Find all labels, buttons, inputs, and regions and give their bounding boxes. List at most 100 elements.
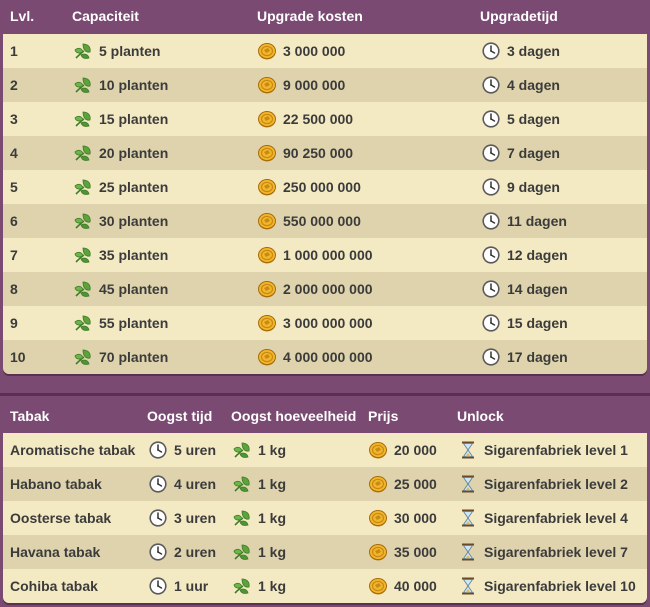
capacity-cell: 55 planten (73, 306, 168, 340)
tobacco-name-cell: Havana tabak (10, 535, 100, 569)
table-row: Cohiba tabak 1 uur 1 kg 40 000 Sigarenfabrie… (3, 569, 647, 603)
leaf-icon (73, 347, 93, 367)
harvest-amount-cell: 1 kg (232, 467, 286, 501)
harvest-amount-text: 1 kg (258, 442, 287, 458)
upgrade-time-text: 15 dagen (507, 315, 568, 331)
upgrade-time-cell: 11 dagen (481, 204, 567, 238)
table-row: 5 25 planten 250 000 000 9 dagen (3, 170, 647, 204)
tobacco-name-cell: Aromatische tabak (10, 433, 135, 467)
coin-icon (257, 41, 277, 61)
upgrade-cost-text: 9 000 000 (283, 77, 346, 93)
coin-icon (368, 508, 388, 528)
leaf-icon (73, 75, 93, 95)
upgrade-cost-cell: 550 000 000 (257, 204, 361, 238)
clock-icon (481, 109, 501, 129)
unlock-text: Sigarenfabriek level 4 (484, 510, 628, 526)
level-cell: 1 (10, 34, 18, 68)
tobacco-name-cell: Habano tabak (10, 467, 102, 501)
tobacco-table-header: Tabak Oogst tijd Oogst hoeveelheid Prijs… (0, 396, 650, 428)
leaf-icon (73, 143, 93, 163)
upgrade-time-cell: 5 dagen (481, 102, 560, 136)
harvest-time-text: 1 uur (174, 578, 209, 594)
header-level: Lvl. (10, 8, 35, 24)
upgrade-time-text: 17 dagen (507, 349, 568, 365)
capacity-text: 35 planten (99, 247, 169, 263)
harvest-time-cell: 5 uren (148, 433, 216, 467)
upgrade-time-text: 11 dagen (507, 213, 567, 229)
clock-icon (148, 508, 168, 528)
clock-icon (148, 440, 168, 460)
table-row: Habano tabak 4 uren 1 kg 25 000 Sigarenfabri… (3, 467, 647, 501)
table-row: 10 70 planten 4 000 000 000 17 dagen (3, 340, 647, 374)
table-row: 4 20 planten 90 250 000 7 dagen (3, 136, 647, 170)
upgrade-cost-text: 250 000 000 (283, 179, 361, 195)
capacity-cell: 10 planten (73, 68, 168, 102)
leaf-icon (73, 279, 93, 299)
harvest-time-text: 4 uren (174, 476, 217, 492)
hourglass-icon (458, 576, 478, 596)
harvest-time-text: 5 uren (174, 442, 217, 458)
capacity-text: 30 planten (99, 213, 169, 229)
level-cell: 4 (10, 136, 18, 170)
hourglass-icon (458, 474, 478, 494)
clock-icon (481, 279, 501, 299)
harvest-amount-cell: 1 kg (232, 501, 286, 535)
tobacco-table-body: Aromatische tabak 5 uren 1 kg 20 000 Sigaren… (3, 433, 647, 603)
header-capacity: Capaciteit (72, 8, 139, 24)
level-text: 2 (10, 77, 18, 93)
coin-icon (368, 542, 388, 562)
table-row: 9 55 planten 3 000 000 000 15 dagen (3, 306, 647, 340)
harvest-time-cell: 3 uren (148, 501, 216, 535)
tobacco-name-cell: Oosterse tabak (10, 501, 111, 535)
upgrade-cost-text: 90 250 000 (283, 145, 354, 161)
price-text: 25 000 (394, 476, 437, 492)
clock-icon (481, 75, 501, 95)
coin-icon (257, 245, 277, 265)
table-row: 7 35 planten 1 000 000 000 12 dagen (3, 238, 647, 272)
price-cell: 20 000 (368, 433, 437, 467)
upgrade-time-text: 4 dagen (507, 77, 560, 93)
table-row: 1 5 planten 3 000 000 3 dagen (3, 34, 647, 68)
upgrade-cost-cell: 3 000 000 (257, 34, 345, 68)
level-cell: 2 (10, 68, 18, 102)
capacity-cell: 15 planten (73, 102, 168, 136)
upgrade-cost-text: 550 000 000 (283, 213, 361, 229)
coin-icon (368, 576, 388, 596)
header-harvest-amount: Oogst hoeveelheid (231, 408, 357, 424)
upgrade-table: Lvl. Capaciteit Upgrade kosten Upgradeti… (0, 0, 650, 381)
level-text: 8 (10, 281, 18, 297)
level-cell: 3 (10, 102, 18, 136)
level-cell: 7 (10, 238, 18, 272)
harvest-amount-text: 1 kg (258, 510, 287, 526)
level-text: 7 (10, 247, 18, 263)
harvest-time-text: 2 uren (174, 544, 217, 560)
upgrade-time-text: 12 dagen (507, 247, 568, 263)
upgrade-cost-cell: 90 250 000 (257, 136, 353, 170)
unlock-cell: Sigarenfabriek level 1 (458, 433, 628, 467)
upgrade-time-text: 3 dagen (507, 43, 560, 59)
price-cell: 35 000 (368, 535, 437, 569)
capacity-text: 10 planten (99, 77, 169, 93)
price-text: 40 000 (394, 578, 437, 594)
price-text: 20 000 (394, 442, 437, 458)
unlock-text: Sigarenfabriek level 1 (484, 442, 628, 458)
header-upgrade-time: Upgradetijd (480, 8, 558, 24)
capacity-text: 5 planten (99, 43, 161, 59)
level-cell: 5 (10, 170, 18, 204)
coin-icon (257, 177, 277, 197)
coin-icon (257, 313, 277, 333)
leaf-icon (232, 542, 252, 562)
leaf-icon (73, 245, 93, 265)
level-cell: 10 (10, 340, 26, 374)
clock-icon (481, 41, 501, 61)
coin-icon (257, 279, 277, 299)
upgrade-cost-cell: 9 000 000 (257, 68, 345, 102)
tobacco-name-cell: Cohiba tabak (10, 569, 98, 603)
coin-icon (257, 75, 277, 95)
harvest-time-cell: 4 uren (148, 467, 216, 501)
upgrade-time-cell: 15 dagen (481, 306, 568, 340)
level-text: 5 (10, 179, 18, 195)
unlock-text: Sigarenfabriek level 10 (484, 578, 636, 594)
leaf-icon (73, 313, 93, 333)
unlock-text: Sigarenfabriek level 7 (484, 544, 628, 560)
